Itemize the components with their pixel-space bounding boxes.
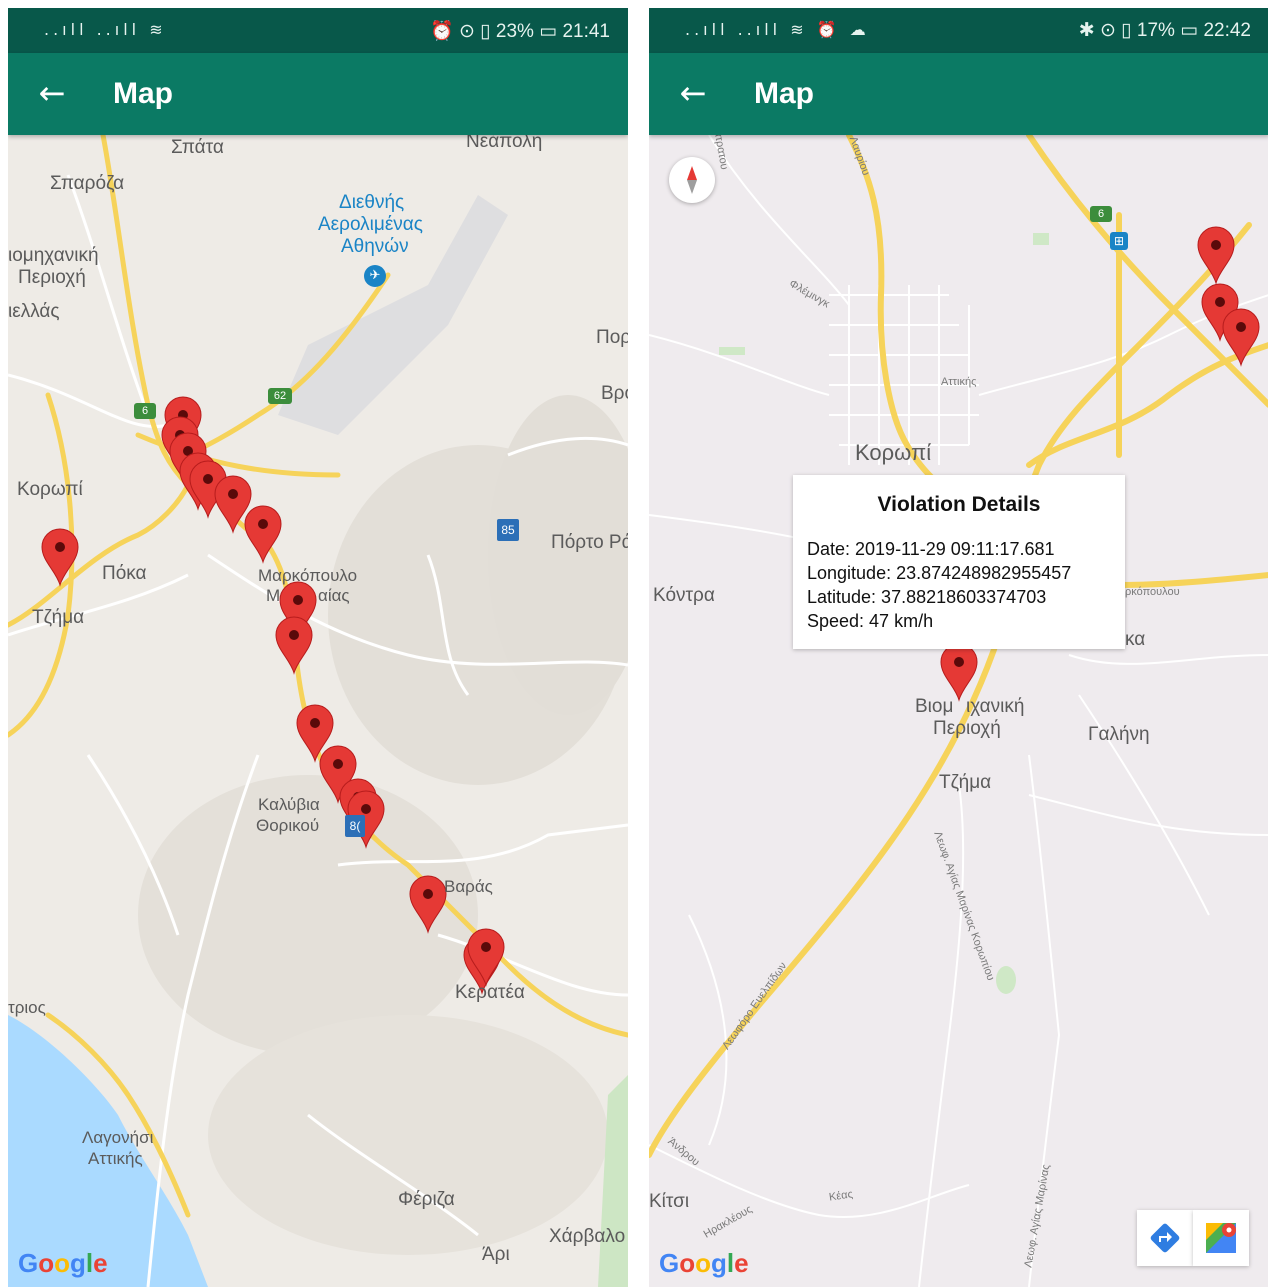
map-canvas xyxy=(649,135,1268,1287)
place-label: Τζήμα xyxy=(939,772,992,793)
info-speed: Speed: 47 km/h xyxy=(807,611,934,631)
google-logo: Google xyxy=(18,1248,108,1278)
place-label: Πορ xyxy=(596,327,628,348)
place-label: Πόρτο Ρά xyxy=(551,532,628,553)
place-label: Περιοχή xyxy=(933,718,1001,739)
road-shield: 6 xyxy=(134,403,156,419)
place-label: Περιοχή xyxy=(18,267,86,288)
place-label: Καλύβια xyxy=(258,795,320,814)
status-right: ✱ ⊙ ▯ 17% ▭ 22:42 xyxy=(1078,20,1251,41)
app-bar: ← Map xyxy=(649,53,1268,135)
screen-divider xyxy=(628,8,649,1287)
place-label: Κερατέα xyxy=(455,982,525,1003)
place-label: Νεάπολη xyxy=(466,135,543,152)
road-shield: 62 xyxy=(268,388,292,404)
info-date: Date: 2019-11-29 09:11:17.681 xyxy=(807,539,1055,559)
place-label: τριος xyxy=(8,998,46,1017)
place-label: Βρο xyxy=(601,383,628,404)
train-station-icon: ⊞ xyxy=(1110,232,1128,250)
street-label: ρκόπουλου xyxy=(1125,586,1180,598)
place-label: Πόκα xyxy=(102,563,147,584)
place-label: Σπάτα xyxy=(171,137,224,158)
place-label: Μαρκόπουλο xyxy=(258,566,358,585)
arrow-left-icon[interactable]: ← xyxy=(675,75,711,111)
place-label: Αθηνών xyxy=(341,236,409,257)
violation-info-window: Violation Details Date: 2019-11-29 09:11… xyxy=(793,475,1125,649)
place-label: Άρι xyxy=(482,1244,510,1265)
place-label: ιελλάς xyxy=(8,301,60,322)
place-label: Αττικής xyxy=(88,1149,143,1168)
status-bar: ..ıll ..ıll ≋ ⏰ ⊙ ▯ 23% ▭ 21:41 xyxy=(8,8,628,53)
street-label: Αττικής xyxy=(941,376,977,388)
signal-icons: ..ıll ..ıll ≋ xyxy=(44,20,167,39)
place-label: Χάρβαλο xyxy=(549,1226,626,1247)
place-label: Κόντρα xyxy=(653,585,715,606)
directions-icon xyxy=(1150,1223,1180,1253)
place-label: Τζήμα xyxy=(32,607,85,628)
signal-icons: ..ıll ..ıll ≋ ⏰ ☁ xyxy=(685,20,870,39)
road-shield: 85 xyxy=(497,519,519,541)
status-right: ⏰ ⊙ ▯ 23% ▭ 21:41 xyxy=(430,21,610,42)
airport-icon: ✈ xyxy=(364,265,386,287)
place-label: Διεθνής xyxy=(339,192,405,213)
map-canvas xyxy=(8,135,628,1287)
page-title: Map xyxy=(754,77,814,110)
right-screen: ..ıll ..ıll ≋ ⏰ ☁ ✱ ⊙ ▯ 17% ▭ 22:42 ← Ma… xyxy=(649,8,1268,1287)
directions-button[interactable] xyxy=(1137,1210,1193,1266)
info-longitude: Longitude: 23.874248982955457 xyxy=(807,563,1072,583)
place-label: ιομηχανική xyxy=(8,245,99,266)
place-label: κα xyxy=(1125,629,1146,650)
google-logo: Google xyxy=(659,1248,749,1278)
app-bar: ← Map xyxy=(8,53,628,135)
street-label: Κέας xyxy=(828,1188,854,1204)
open-google-maps-button[interactable] xyxy=(1193,1210,1249,1266)
arrow-left-icon[interactable]: ← xyxy=(34,75,70,111)
place-label: Βιομ xyxy=(915,696,954,717)
place-label: Αερολιμένας xyxy=(318,214,423,235)
place-label: Βαράς xyxy=(444,877,493,896)
google-maps-icon xyxy=(1206,1223,1236,1253)
map-view[interactable]: ατρατου Λαυρίου Φλέμινγκ Αττικής Κορωπί … xyxy=(649,135,1268,1287)
road-shield: 6 xyxy=(1090,206,1112,222)
place-label: Κίτσι xyxy=(649,1191,690,1212)
place-label: Γαλήνη xyxy=(1088,724,1150,745)
left-screen: ..ıll ..ıll ≋ ⏰ ⊙ ▯ 23% ▭ 21:41 ← Map Σπ… xyxy=(8,8,628,1287)
place-label: Θορικού xyxy=(256,816,320,835)
place-label: Κορωπί xyxy=(855,440,932,465)
place-label: αίας xyxy=(318,586,350,605)
place-label: Φέριζα xyxy=(398,1189,455,1210)
road-shield: 8( xyxy=(345,815,365,837)
place-label: ιχανική xyxy=(966,696,1025,717)
place-label: Μ xyxy=(266,586,281,605)
compass-button[interactable] xyxy=(669,157,715,203)
map-view[interactable]: Σπάτα Νεάπολη Σπαρόζα Διεθνής Αερολιμένα… xyxy=(8,135,628,1287)
info-latitude: Latitude: 37.88218603374703 xyxy=(807,587,1047,607)
compass-icon xyxy=(687,166,697,194)
place-label: Σπαρόζα xyxy=(50,173,125,194)
place-label: Κορωπί xyxy=(17,479,83,500)
info-title: Violation Details xyxy=(877,493,1041,516)
status-bar: ..ıll ..ıll ≋ ⏰ ☁ ✱ ⊙ ▯ 17% ▭ 22:42 xyxy=(649,8,1268,53)
page-title: Map xyxy=(113,77,173,110)
place-label: Λαγονήσι xyxy=(82,1128,154,1147)
